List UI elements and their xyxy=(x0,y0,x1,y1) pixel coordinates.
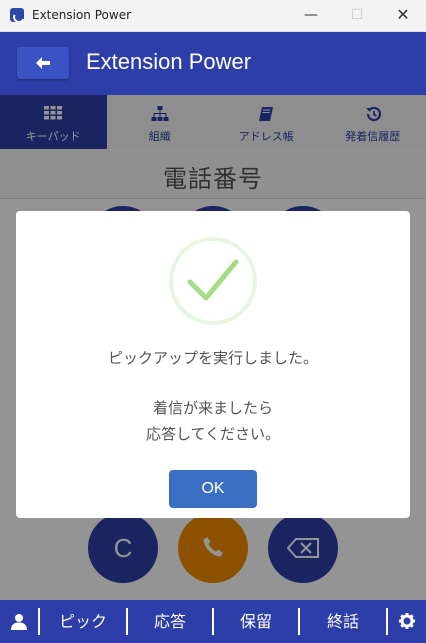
user-button[interactable] xyxy=(0,600,38,643)
window-titlebar: Extension Power — ☐ ✕ xyxy=(0,0,426,32)
page-title: Extension Power xyxy=(86,49,252,74)
pickup-button[interactable]: ピック xyxy=(40,600,126,643)
maximize-button[interactable]: ☐ xyxy=(334,0,380,32)
minimize-button[interactable]: — xyxy=(288,0,334,32)
user-icon xyxy=(11,614,27,630)
dialog-message: 応答してください。 xyxy=(145,425,281,443)
close-button[interactable]: ✕ xyxy=(380,0,426,32)
arrow-left-icon xyxy=(36,57,50,69)
dialog-message: 着信が来ましたら xyxy=(152,399,273,417)
back-button[interactable] xyxy=(17,47,69,79)
dialog-message: ピックアップを実行しました。 xyxy=(107,349,318,367)
settings-button[interactable] xyxy=(388,600,426,643)
gear-icon xyxy=(399,613,415,629)
success-icon xyxy=(169,237,257,325)
hold-button[interactable]: 保留 xyxy=(214,600,298,643)
success-dialog: ピックアップを実行しました。 着信が来ましたら 応答してください。 OK xyxy=(16,211,410,518)
app-phone-icon xyxy=(10,8,24,22)
bottom-action-bar: ピック 応答 保留 終話 xyxy=(0,600,426,643)
answer-button[interactable]: 応答 xyxy=(128,600,212,643)
hangup-button[interactable]: 終話 xyxy=(300,600,386,643)
checkmark-icon xyxy=(187,259,239,301)
window-title: Extension Power xyxy=(32,8,132,22)
app-header: Extension Power xyxy=(0,32,426,95)
ok-button[interactable]: OK xyxy=(169,470,257,508)
